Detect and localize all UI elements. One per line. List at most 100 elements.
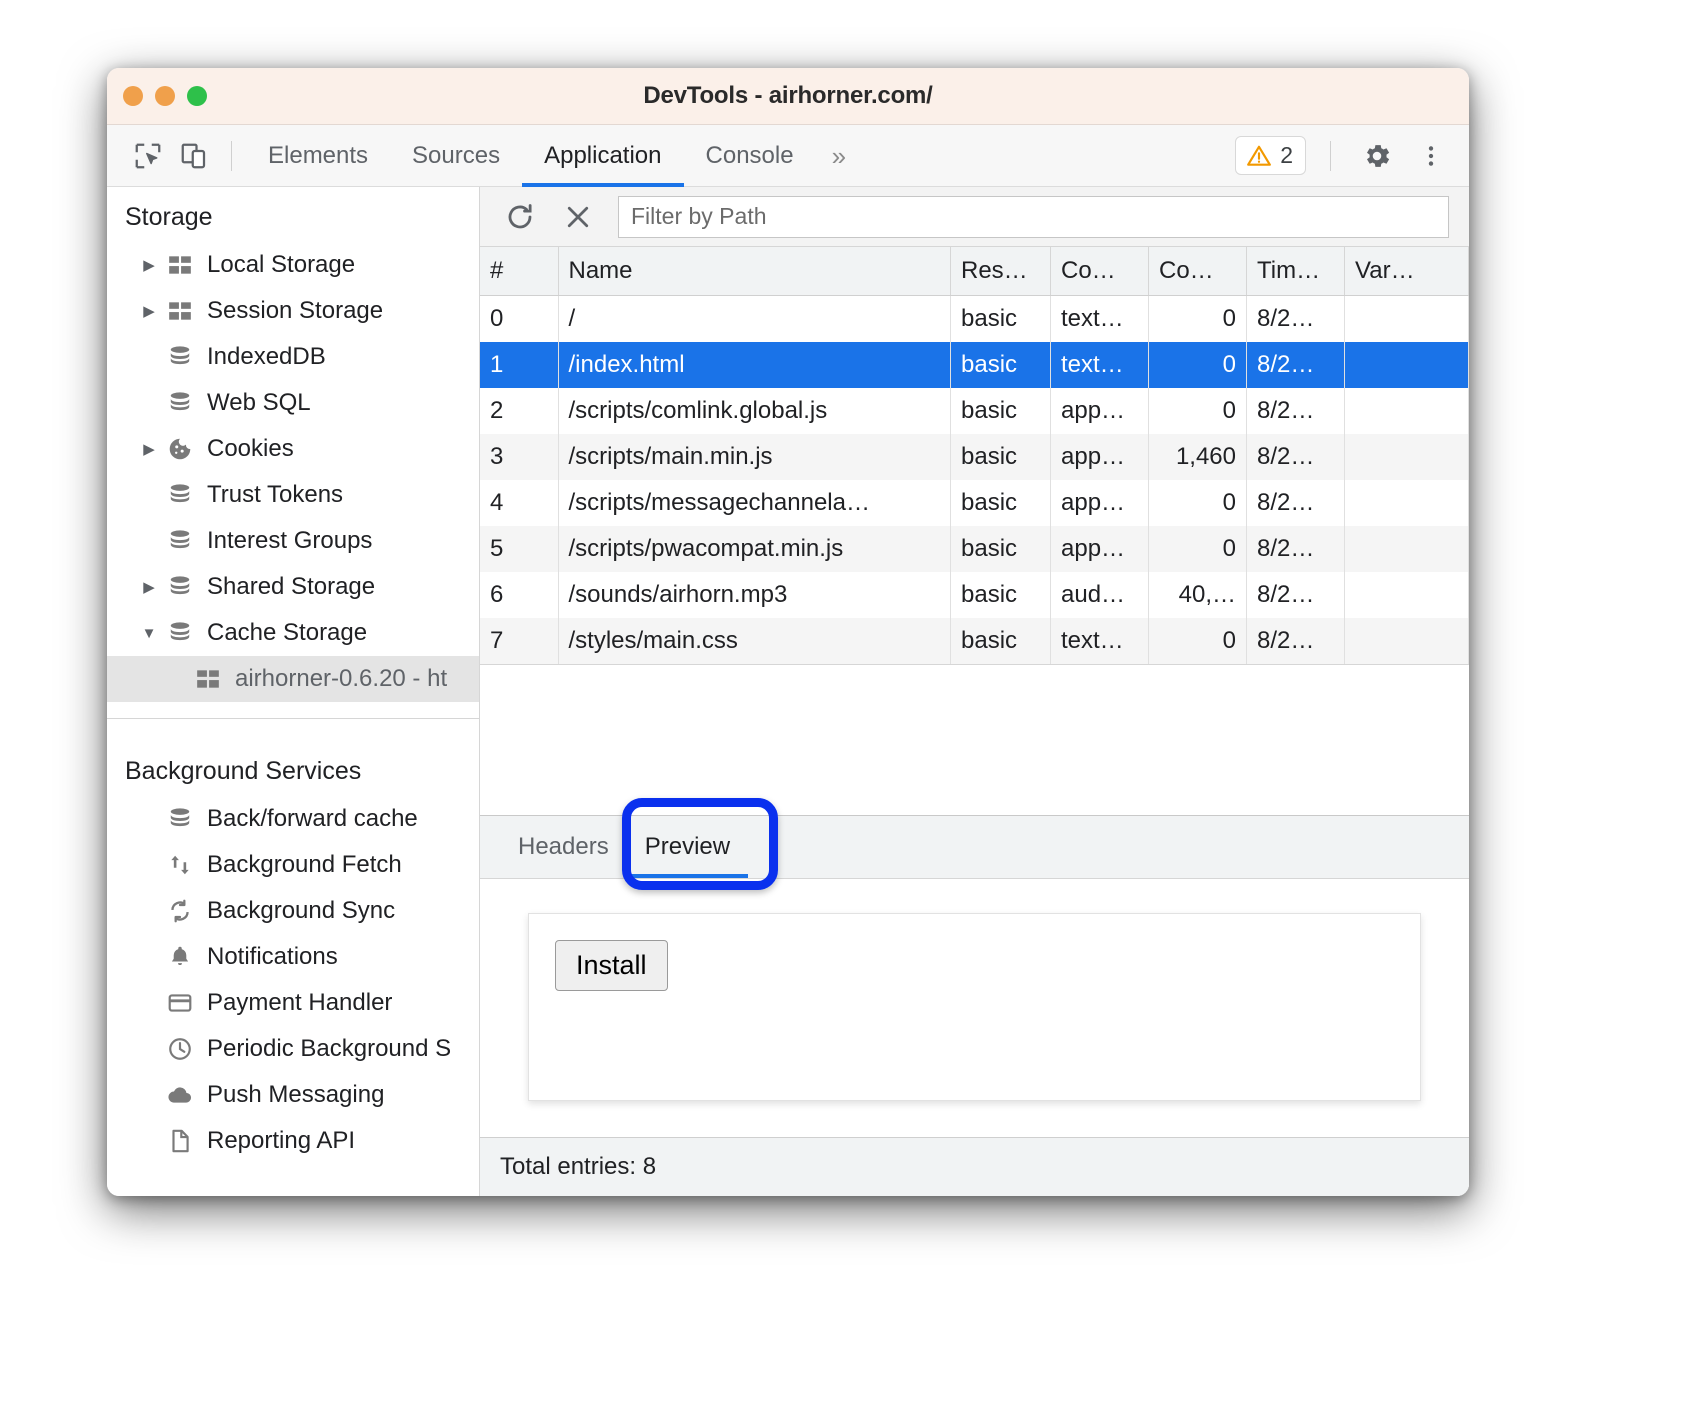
sidebar-item-label: Local Storage [207,251,355,279]
install-button[interactable]: Install [555,940,668,991]
cell-response-type: basic [951,388,1051,434]
cell-vary [1345,526,1469,572]
sidebar-item-label: IndexedDB [207,343,326,371]
window-titlebar: DevTools - airhorner.com/ [107,68,1469,125]
credit-card-icon [161,990,199,1016]
tab-preview[interactable]: Preview [627,816,748,878]
refresh-icon[interactable] [494,195,546,239]
minimize-window-button[interactable] [155,86,175,106]
table-row[interactable]: 3 /scripts/main.min.js basic app… 1,460 … [480,434,1469,480]
drawer-tabbar: Headers Preview [480,816,1469,879]
sidebar-item-reporting-api[interactable]: ▶ Reporting API [107,1118,479,1164]
sidebar-item-indexeddb[interactable]: ▶ IndexedDB [107,334,479,380]
cell-content-length: 0 [1149,296,1247,343]
table-row[interactable]: 2 /scripts/comlink.global.js basic app… … [480,388,1469,434]
cell-time-cached: 8/2… [1247,342,1345,388]
sidebar-item-shared-storage[interactable]: ▶ Shared Storage [107,564,479,610]
cell-content-type: text… [1051,618,1149,664]
table-row[interactable]: 7 /styles/main.css basic text… 0 8/2… [480,618,1469,664]
cell-content-length: 40,… [1149,572,1247,618]
cell-content-length: 1,460 [1149,434,1247,480]
sidebar-item-airhorner-cache[interactable]: airhorner-0.6.20 - ht [107,656,479,702]
column-header-index[interactable]: # [480,247,558,296]
sidebar-item-web-sql[interactable]: ▶ Web SQL [107,380,479,426]
table-row[interactable]: 0 / basic text… 0 8/2… [480,296,1469,343]
column-header-time-cached[interactable]: Tim… [1247,247,1345,296]
cell-content-type: text… [1051,342,1149,388]
cell-name: /scripts/main.min.js [558,434,951,480]
inspect-cursor-icon[interactable] [125,133,171,179]
sidebar-item-back-forward-cache[interactable]: ▶ Back/forward cache [107,796,479,842]
sidebar-item-label: Payment Handler [207,989,392,1017]
tab-console[interactable]: Console [684,125,816,187]
tab-elements[interactable]: Elements [246,125,390,187]
table-row[interactable]: 1 /index.html basic text… 0 8/2… [480,342,1469,388]
cell-vary [1345,388,1469,434]
cell-vary [1345,480,1469,526]
sidebar-item-local-storage[interactable]: ▶ Local Storage [107,242,479,288]
cell-name: /scripts/messagechannela… [558,480,951,526]
sidebar-item-interest-groups[interactable]: ▶ Interest Groups [107,518,479,564]
chevron-right-icon[interactable]: ▶ [137,578,161,596]
clock-icon [161,1036,199,1062]
filter-by-path-input[interactable] [618,196,1449,238]
sidebar-item-background-sync[interactable]: ▶ Background Sync [107,888,479,934]
cell-time-cached: 8/2… [1247,480,1345,526]
table-row[interactable]: 4 /scripts/messagechannela… basic app… 0… [480,480,1469,526]
sidebar-item-trust-tokens[interactable]: ▶ Trust Tokens [107,472,479,518]
table-grid-icon [189,666,227,692]
cell-time-cached: 8/2… [1247,388,1345,434]
table-row[interactable]: 6 /sounds/airhorn.mp3 basic aud… 40,… 8/… [480,572,1469,618]
column-header-vary-header[interactable]: Var… [1345,247,1469,296]
sidebar-item-periodic-background-sync[interactable]: ▶ Periodic Background S [107,1026,479,1072]
sidebar-item-payment-handler[interactable]: ▶ Payment Handler [107,980,479,1026]
window-title: DevTools - airhorner.com/ [107,82,1469,110]
sidebar-item-label: Background Sync [207,897,395,925]
sidebar-item-label: Trust Tokens [207,481,343,509]
table-row[interactable]: 5 /scripts/pwacompat.min.js basic app… 0… [480,526,1469,572]
chevron-right-icon[interactable]: ▶ [137,256,161,274]
status-bar: Total entries: 8 [480,1137,1469,1196]
sidebar-item-background-fetch[interactable]: ▶ Background Fetch [107,842,479,888]
sidebar-spacer [107,719,479,741]
more-tabs-button[interactable]: » [816,125,862,187]
warning-badge[interactable]: 2 [1235,136,1306,175]
gear-icon[interactable] [1355,134,1399,178]
cell-vary [1345,434,1469,480]
column-header-response-type[interactable]: Res… [951,247,1051,296]
cell-index: 0 [480,296,558,343]
maximize-window-button[interactable] [187,86,207,106]
cell-name: /scripts/comlink.global.js [558,388,951,434]
chevron-right-icon[interactable]: ▶ [137,302,161,320]
sidebar-item-notifications[interactable]: ▶ Notifications [107,934,479,980]
device-toolbar-icon[interactable] [171,133,217,179]
cell-response-type: basic [951,572,1051,618]
cell-content-type: app… [1051,434,1149,480]
cell-response-type: basic [951,296,1051,343]
cell-time-cached: 8/2… [1247,572,1345,618]
sidebar-item-session-storage[interactable]: ▶ Session Storage [107,288,479,334]
sidebar-item-label: Web SQL [207,389,311,417]
column-header-content-length[interactable]: Co… [1149,247,1247,296]
document-icon [161,1128,199,1154]
cell-response-type: basic [951,526,1051,572]
database-icon [161,806,199,832]
column-header-content-type[interactable]: Co… [1051,247,1149,296]
tab-sources[interactable]: Sources [390,125,522,187]
tab-headers[interactable]: Headers [500,816,627,878]
chevron-down-icon[interactable]: ▼ [137,625,161,642]
sidebar-item-push-messaging[interactable]: ▶ Push Messaging [107,1072,479,1118]
close-x-icon[interactable] [552,195,604,239]
cell-response-type: basic [951,618,1051,664]
close-window-button[interactable] [123,86,143,106]
more-vertical-icon[interactable] [1409,134,1453,178]
column-header-name[interactable]: Name [558,247,951,296]
cache-entries-table: # Name Res… Co… Co… Tim… Var… 0 [480,247,1469,664]
tab-application[interactable]: Application [522,125,683,187]
sidebar-item-cookies[interactable]: ▶ Cookies [107,426,479,472]
cookie-icon [161,436,199,462]
chevron-right-icon[interactable]: ▶ [137,440,161,458]
sidebar-item-cache-storage[interactable]: ▼ Cache Storage [107,610,479,656]
cache-entries-table-wrap: # Name Res… Co… Co… Tim… Var… 0 [480,247,1469,664]
cell-content-length: 0 [1149,388,1247,434]
